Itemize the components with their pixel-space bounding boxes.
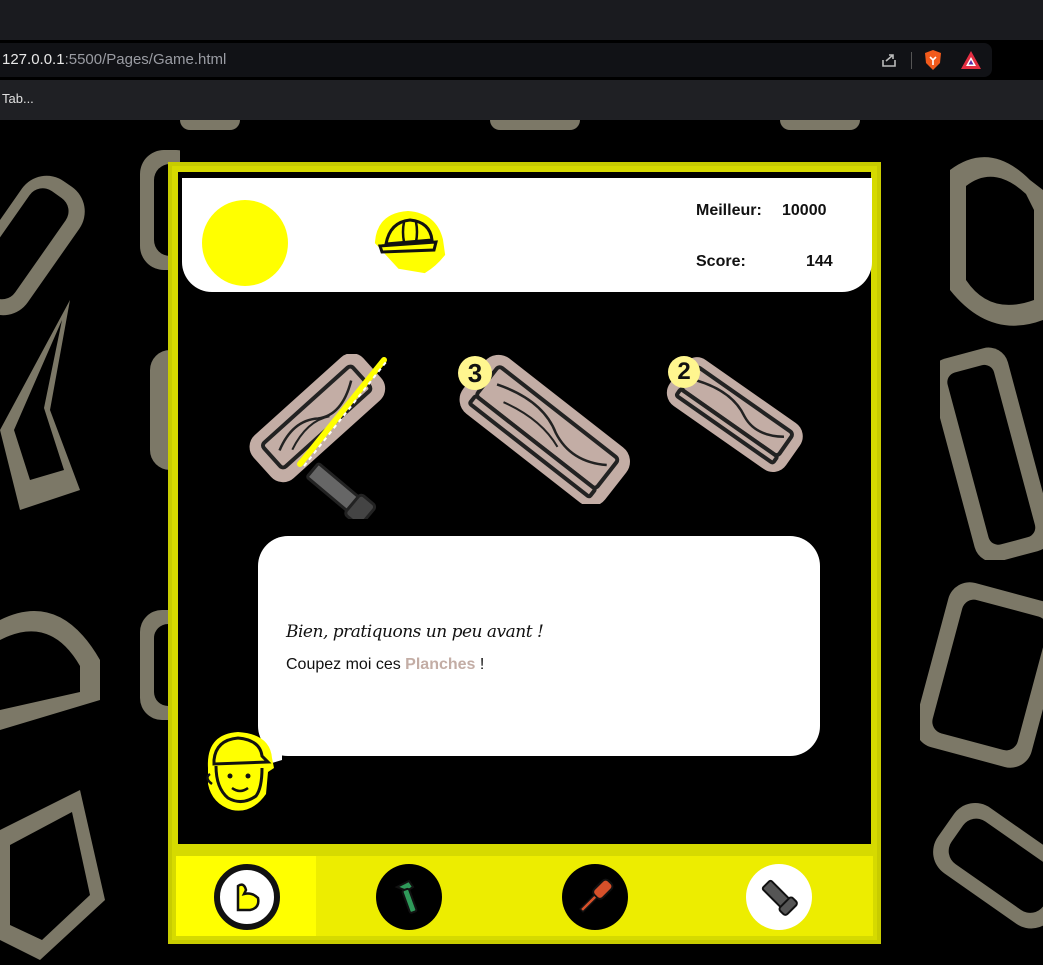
score-value: 144 — [806, 253, 833, 270]
address-bar[interactable]: 127.0.0.1:5500/Pages/Game.html — [0, 43, 992, 77]
plank-count-badge: 2 — [668, 356, 700, 388]
best-label: Meilleur: — [696, 202, 762, 219]
plank-being-cut[interactable] — [244, 354, 394, 519]
screwdriver-icon — [579, 878, 614, 913]
hammer-tool-button[interactable] — [376, 864, 442, 930]
saw-cursor-icon — [306, 462, 377, 519]
share-icon[interactable] — [877, 48, 901, 72]
pattern-fragment — [490, 120, 580, 130]
strength-pattern-icon — [950, 157, 1043, 326]
dialog-line-2-end: ! — [475, 656, 485, 673]
brave-rewards-icon[interactable] — [959, 48, 983, 72]
plank-2[interactable]: 2 — [664, 354, 804, 474]
toolbar-divider — [176, 844, 873, 850]
dialog-highlight-word: Planches — [405, 656, 476, 673]
pattern-fragment — [780, 120, 860, 130]
plank-count-badge: 3 — [458, 356, 492, 390]
address-separator — [911, 52, 912, 69]
yellow-circle — [202, 200, 288, 286]
hammer-icon — [394, 879, 418, 914]
plank-3[interactable]: 3 — [456, 354, 636, 507]
multitool-pattern-icon — [933, 803, 1043, 929]
game-area: Meilleur: 10000 Score: 144 3 2 Bien, pra… — [178, 172, 872, 844]
trowel-pattern-icon — [0, 300, 80, 510]
pattern-fragment — [180, 120, 240, 130]
helmet-pattern-icon — [0, 611, 100, 730]
brick-pattern-icon — [0, 790, 105, 960]
dialog-bubble: Bien, pratiquons un peu avant ! Coupez m… — [258, 536, 820, 756]
score-label: Score: — [696, 253, 746, 270]
dialog-line-1: Bien, pratiquons un peu avant ! — [286, 622, 544, 642]
game-frame: Meilleur: 10000 Score: 144 3 2 Bien, pra… — [168, 162, 881, 944]
best-value: 10000 — [782, 202, 827, 219]
tool-bar — [176, 856, 873, 936]
screwdriver-tool-button[interactable] — [562, 864, 628, 930]
url-host: 127.0.0.1 — [2, 51, 65, 68]
url-text[interactable]: 127.0.0.1:5500/Pages/Game.html — [2, 51, 226, 68]
bookmarks-bar: Tab... — [0, 80, 1043, 120]
strength-icon — [236, 883, 260, 912]
worker-avatar-icon — [206, 732, 274, 811]
bookmark-item[interactable]: Tab... — [2, 91, 34, 106]
strength-tool-button[interactable] — [214, 864, 280, 930]
saw-tool-button[interactable] — [746, 864, 812, 930]
dialog-line-2: Coupez moi ces Planches ! — [286, 656, 484, 674]
dialog-line-2-text: Coupez moi ces — [286, 656, 406, 673]
browser-titlebar — [0, 0, 1043, 40]
brave-shield-icon[interactable] — [921, 48, 945, 72]
score-header: Meilleur: 10000 Score: 144 — [182, 178, 872, 292]
calculator-pattern-icon — [920, 582, 1043, 768]
url-path: :5500/Pages/Game.html — [64, 51, 227, 68]
ruler-pattern-icon — [940, 347, 1043, 560]
helmet-icon — [374, 210, 446, 274]
saw-icon — [761, 879, 798, 916]
